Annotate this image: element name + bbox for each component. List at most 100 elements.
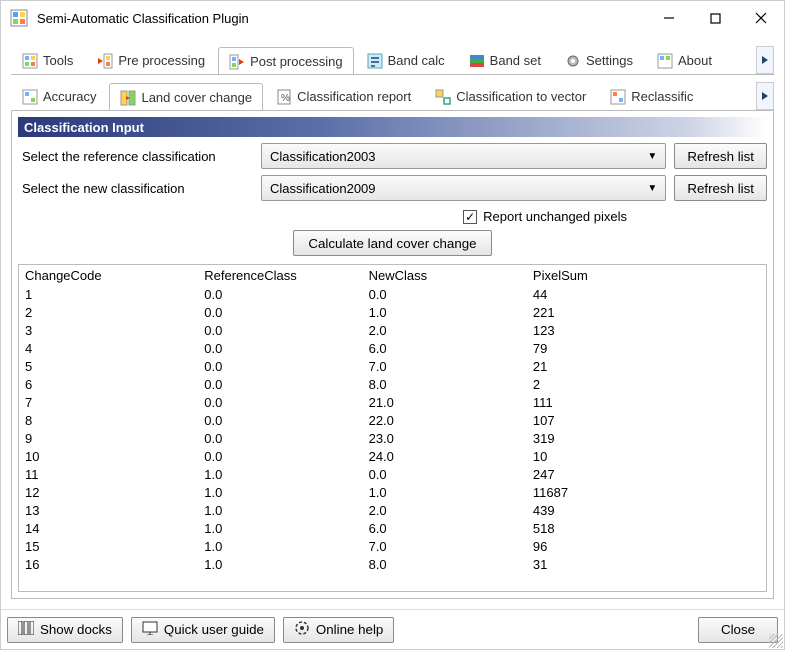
cell: 6.0	[363, 339, 527, 357]
online-help-button[interactable]: Online help	[283, 617, 394, 643]
quick-user-guide-button[interactable]: Quick user guide	[131, 617, 275, 643]
table-row[interactable]: 20.01.0221	[19, 303, 766, 321]
cell: 21.0	[363, 393, 527, 411]
tovector-icon	[435, 89, 451, 105]
app-icon	[9, 8, 29, 28]
cell: 0.0	[198, 285, 362, 303]
tools-icon	[22, 53, 38, 69]
table-row[interactable]: 60.08.02	[19, 375, 766, 393]
cell: 14	[19, 519, 198, 537]
lcc-icon	[120, 90, 136, 106]
cell: 0.0	[363, 465, 527, 483]
subtab-classification-report[interactable]: % Classification report	[265, 82, 422, 110]
sub-tabbar: Accuracy Land cover change % Classificat…	[11, 81, 774, 111]
table-row[interactable]: 50.07.021	[19, 357, 766, 375]
subtab-reclassification[interactable]: Reclassific	[599, 82, 704, 110]
table-row[interactable]: 40.06.079	[19, 339, 766, 357]
tab-pre-processing[interactable]: Pre processing	[86, 46, 216, 74]
table-row[interactable]: 141.06.0518	[19, 519, 766, 537]
cell: 10	[527, 447, 766, 465]
tab-label: Post processing	[250, 54, 343, 69]
close-button[interactable]: Close	[698, 617, 778, 643]
cell: 0.0	[198, 429, 362, 447]
table-row[interactable]: 80.022.0107	[19, 411, 766, 429]
cell: 1.0	[198, 555, 362, 573]
cell: 0.0	[198, 321, 362, 339]
chevron-down-icon: ▼	[647, 151, 657, 162]
cell: 0.0	[198, 375, 362, 393]
table-row[interactable]: 100.024.010	[19, 447, 766, 465]
minimize-button[interactable]	[646, 3, 692, 33]
table-row[interactable]: 70.021.0111	[19, 393, 766, 411]
cell: 4	[19, 339, 198, 357]
subtab-label: Accuracy	[43, 89, 96, 104]
cell: 12	[19, 483, 198, 501]
th-newclass: NewClass	[363, 265, 527, 285]
cell: 44	[527, 285, 766, 303]
main-tabbar: Tools Pre processing Post processing Ban…	[11, 45, 774, 75]
table-row[interactable]: 111.00.0247	[19, 465, 766, 483]
tab-post-processing[interactable]: Post processing	[218, 47, 354, 75]
tab-about[interactable]: About	[646, 46, 723, 74]
cell: 1.0	[363, 483, 527, 501]
table-row[interactable]: 30.02.0123	[19, 321, 766, 339]
refresh-reference-button[interactable]: Refresh list	[674, 143, 767, 169]
svg-text:%: %	[281, 93, 290, 104]
subtab-label: Classification to vector	[456, 89, 586, 104]
combo-reference-classification[interactable]: Classification2003 ▼	[261, 143, 666, 169]
combo-new-classification[interactable]: Classification2009 ▼	[261, 175, 666, 201]
cell: 1.0	[198, 465, 362, 483]
cell: 0.0	[198, 447, 362, 465]
table-row[interactable]: 131.02.0439	[19, 501, 766, 519]
tab-label: Band set	[490, 53, 541, 68]
button-label: Calculate land cover change	[308, 236, 476, 251]
about-icon	[657, 53, 673, 69]
subtab-classification-to-vector[interactable]: Classification to vector	[424, 82, 597, 110]
subtab-accuracy[interactable]: Accuracy	[11, 82, 107, 110]
cell: 0.0	[198, 303, 362, 321]
refresh-new-button[interactable]: Refresh list	[674, 175, 767, 201]
subtab-land-cover-change[interactable]: Land cover change	[109, 83, 263, 111]
row-new-classification: Select the new classification Classifica…	[18, 175, 767, 201]
cell: 6	[19, 375, 198, 393]
tab-band-set[interactable]: Band set	[458, 46, 552, 74]
table-row[interactable]: 90.023.0319	[19, 429, 766, 447]
th-changecode: ChangeCode	[19, 265, 198, 285]
window: Semi-Automatic Classification Plugin Too…	[0, 0, 785, 650]
cell: 123	[527, 321, 766, 339]
cell: 1.0	[363, 303, 527, 321]
cell: 0.0	[198, 339, 362, 357]
resize-grip[interactable]	[769, 634, 783, 648]
results-table: ChangeCode ReferenceClass NewClass Pixel…	[19, 265, 766, 573]
th-referenceclass: ReferenceClass	[198, 265, 362, 285]
cell: 31	[527, 555, 766, 573]
tab-tools[interactable]: Tools	[11, 46, 84, 74]
maximize-button[interactable]	[692, 3, 738, 33]
results-table-wrap: ChangeCode ReferenceClass NewClass Pixel…	[18, 264, 767, 592]
section-title: Classification Input	[24, 120, 144, 135]
close-window-button[interactable]	[738, 3, 784, 33]
subtab-label: Reclassific	[631, 89, 693, 104]
cell: 1.0	[198, 519, 362, 537]
panel-land-cover-change: Classification Input Select the referenc…	[11, 111, 774, 599]
results-table-scroll[interactable]: ChangeCode ReferenceClass NewClass Pixel…	[19, 265, 766, 591]
tab-band-calc[interactable]: Band calc	[356, 46, 456, 74]
cell: 11	[19, 465, 198, 483]
button-label: Refresh list	[687, 181, 754, 196]
guide-icon	[142, 621, 158, 638]
checkbox-report-unchanged[interactable]: ✓	[463, 210, 477, 224]
cell: 7	[19, 393, 198, 411]
cell: 10	[19, 447, 198, 465]
tab-settings[interactable]: Settings	[554, 46, 644, 74]
calculate-button[interactable]: Calculate land cover change	[293, 230, 491, 256]
cell: 22.0	[363, 411, 527, 429]
table-header-row: ChangeCode ReferenceClass NewClass Pixel…	[19, 265, 766, 285]
show-docks-button[interactable]: Show docks	[7, 617, 123, 643]
subtabbar-scroll-right[interactable]	[756, 82, 774, 110]
table-row[interactable]: 161.08.031	[19, 555, 766, 573]
table-row[interactable]: 151.07.096	[19, 537, 766, 555]
table-row[interactable]: 10.00.044	[19, 285, 766, 303]
cell: 1.0	[198, 537, 362, 555]
table-row[interactable]: 121.01.011687	[19, 483, 766, 501]
tabbar-scroll-right[interactable]	[756, 46, 774, 74]
